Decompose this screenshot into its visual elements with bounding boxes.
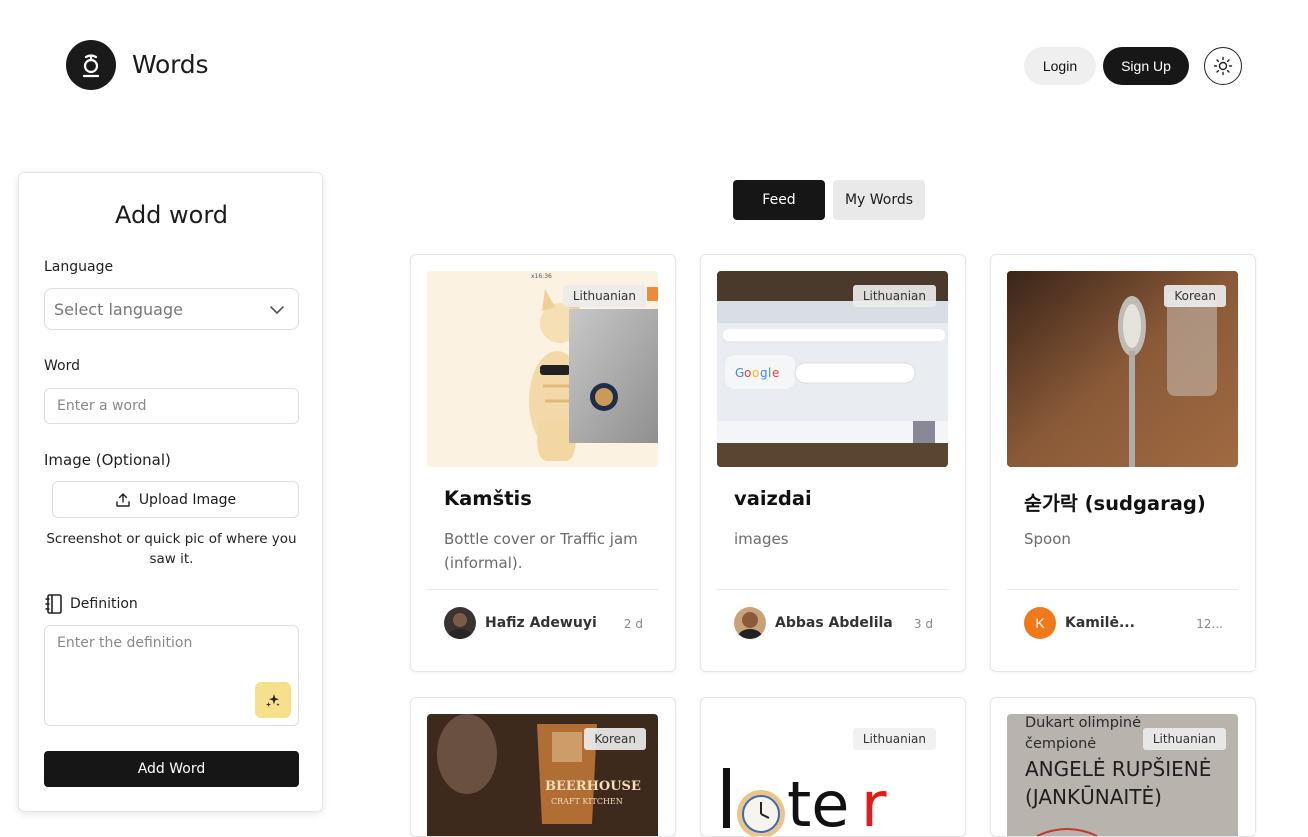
- word-definition: Bottle cover or Traffic jam (informal).: [444, 530, 638, 572]
- upload-image-label: Upload Image: [138, 491, 237, 508]
- word-definition: images: [734, 530, 789, 548]
- upload-image-button[interactable]: Upload Image: [52, 481, 299, 518]
- word-label: Word: [44, 358, 80, 374]
- author-name[interactable]: Kamilė...: [1065, 615, 1135, 631]
- avatar[interactable]: [734, 607, 766, 639]
- word-title: 숟가락 (sudgarag): [1024, 492, 1206, 515]
- add-word-button[interactable]: Add Word: [44, 751, 299, 787]
- brand-name[interactable]: Words: [132, 50, 208, 79]
- word-card[interactable]: G o o g l e Lithuanian vaizdai images Ab…: [700, 254, 966, 672]
- language-badge: Lithuanian: [562, 285, 646, 307]
- upload-icon: [116, 492, 130, 507]
- svg-text:te: te: [787, 768, 849, 837]
- svg-text:r: r: [861, 768, 887, 837]
- ai-generate-button[interactable]: [255, 682, 291, 718]
- language-badge: Korean: [584, 728, 646, 750]
- word-card[interactable]: Dukart olimpinė čempionė ANGELĖ RUPŠIENĖ…: [990, 697, 1256, 837]
- word-image: x16:36 Lithuanian: [427, 271, 658, 467]
- notebook-icon: [45, 594, 62, 614]
- word-image: te r Lithuanian: [717, 714, 948, 837]
- post-time: 2 d: [623, 617, 643, 631]
- definition-label: Definition: [70, 596, 138, 612]
- theme-toggle-button[interactable]: [1204, 47, 1242, 85]
- svg-text:g: g: [760, 366, 768, 380]
- word-card[interactable]: x16:36 Lithuanian Kamštis Bottle cover o…: [410, 254, 676, 672]
- post-time: 3 d: [913, 617, 933, 631]
- svg-text:e: e: [772, 366, 779, 380]
- sparkles-icon: [266, 694, 280, 707]
- logo-icon[interactable]: [66, 40, 116, 90]
- language-select[interactable]: Select language: [44, 288, 299, 330]
- plaque-line-4: (JANKŪNAITĖ): [1025, 785, 1162, 809]
- header: Words Login Sign Up: [0, 0, 1308, 130]
- word-image: G o o g l e Lithuanian: [717, 271, 948, 467]
- definition-placeholder: Enter the definition: [57, 635, 193, 651]
- language-badge: Lithuanian: [1142, 728, 1226, 750]
- add-word-panel: Add word Language Select language Word E…: [18, 172, 323, 812]
- post-time: 12...: [1196, 617, 1223, 631]
- card-divider: [427, 589, 658, 590]
- card-divider: [1007, 589, 1238, 590]
- word-title: vaizdai: [734, 487, 812, 510]
- svg-text:o: o: [752, 366, 759, 380]
- word-card[interactable]: BEERHOUSE CRAFT KITCHEN Korean: [410, 697, 676, 837]
- word-image: BEERHOUSE CRAFT KITCHEN Korean: [427, 714, 658, 836]
- avatar[interactable]: K: [1024, 607, 1056, 639]
- word-title: Kamštis: [444, 487, 532, 510]
- tab-feed[interactable]: Feed: [733, 180, 825, 220]
- svg-text:o: o: [744, 366, 751, 380]
- sun-icon: [1213, 56, 1233, 76]
- author-name[interactable]: Abbas Abdelila: [775, 615, 893, 631]
- plaque-line-1: Dukart olimpinė: [1025, 715, 1141, 731]
- word-image: Korean: [1007, 271, 1238, 467]
- definition-label-row: Definition: [44, 593, 138, 615]
- panel-title: Add word: [114, 201, 229, 229]
- author-name[interactable]: Hafiz Adewuyi: [485, 615, 597, 631]
- tab-my-words[interactable]: My Words: [833, 180, 925, 220]
- word-card[interactable]: Korean 숟가락 (sudgarag) Spoon K Kamilė... …: [990, 254, 1256, 672]
- svg-text:l: l: [768, 366, 771, 380]
- definition-textarea[interactable]: Enter the definition: [44, 625, 299, 726]
- login-button[interactable]: Login: [1024, 47, 1096, 85]
- svg-text:x16:36: x16:36: [531, 273, 552, 280]
- plaque-line-3: ANGELĖ RUPŠIENĖ: [1025, 757, 1211, 781]
- card-divider: [717, 589, 948, 590]
- upload-hint: Screenshot or quick pic of where you saw…: [46, 531, 297, 567]
- word-image: Dukart olimpinė čempionė ANGELĖ RUPŠIENĖ…: [1007, 714, 1238, 836]
- language-label: Language: [44, 259, 114, 275]
- language-select-placeholder: Select language: [54, 299, 183, 319]
- word-input[interactable]: Enter a word: [44, 388, 299, 424]
- chevron-down-icon: [270, 306, 284, 314]
- word-card[interactable]: te r Lithuanian: [700, 697, 966, 837]
- language-badge: Korean: [1164, 285, 1226, 307]
- language-badge: Lithuanian: [852, 285, 936, 307]
- feed-tabs: Feed My Words: [733, 180, 925, 220]
- avatar[interactable]: [444, 607, 476, 639]
- craft-kitchen-text: CRAFT KITCHEN: [551, 797, 623, 806]
- language-badge: Lithuanian: [852, 728, 936, 750]
- signup-button[interactable]: Sign Up: [1103, 47, 1189, 85]
- plaque-line-2: čempionė: [1025, 736, 1096, 752]
- beerhouse-text: BEERHOUSE: [545, 779, 641, 794]
- svg-text:G: G: [735, 366, 744, 380]
- image-label: Image (Optional): [44, 451, 171, 469]
- word-definition: Spoon: [1024, 530, 1071, 548]
